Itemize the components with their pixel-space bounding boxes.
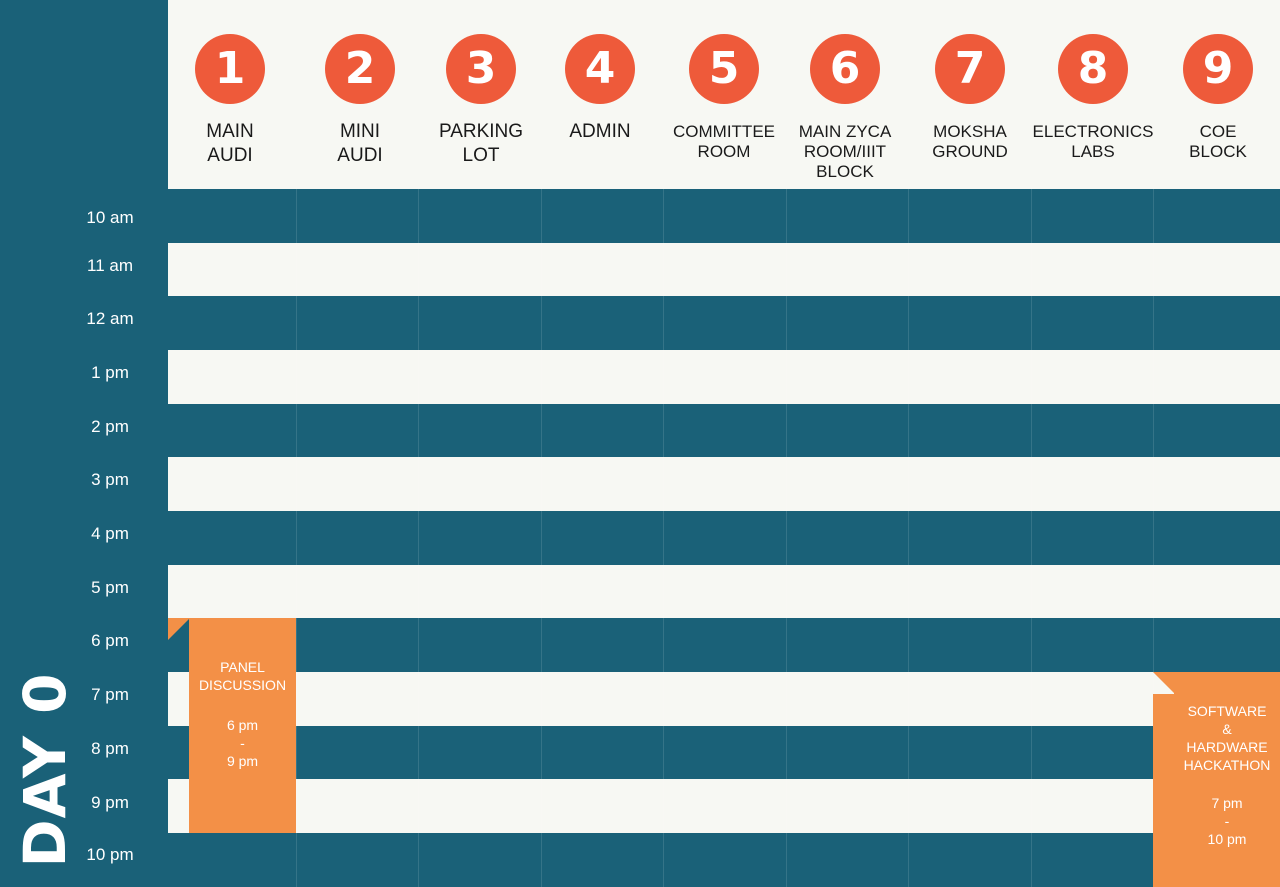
venue-number-badge: 2 bbox=[325, 34, 395, 104]
venue-6: 6 MAIN ZYCA ROOM/IIIT BLOCK bbox=[780, 0, 910, 182]
time-label: 5 pm bbox=[91, 578, 129, 597]
time-label: 12 am bbox=[86, 309, 134, 328]
venue-number-badge: 8 bbox=[1058, 34, 1128, 104]
venue-name: MAIN AUDI bbox=[206, 121, 254, 166]
venue-number-badge: 5 bbox=[689, 34, 759, 104]
time-label: 11 am bbox=[87, 256, 133, 275]
event-separator: - bbox=[240, 735, 245, 751]
column-divider bbox=[786, 189, 787, 887]
event-separator: - bbox=[1224, 813, 1230, 829]
venue-3: 3 PARKING LOT bbox=[416, 0, 546, 168]
time-row bbox=[168, 618, 1280, 672]
venue-name: MOKSHA GROUND bbox=[932, 122, 1008, 161]
time-row bbox=[168, 404, 1280, 457]
time-row bbox=[168, 779, 1280, 833]
time-row bbox=[168, 672, 1280, 726]
event-start: 6 pm bbox=[226, 717, 259, 733]
time-row bbox=[168, 296, 1280, 350]
venue-name: PARKING LOT bbox=[438, 121, 524, 166]
time-row bbox=[168, 189, 1280, 243]
time-row bbox=[168, 457, 1280, 511]
column-divider bbox=[908, 189, 909, 887]
venue-number-badge: 3 bbox=[446, 34, 516, 104]
time-label: 8 pm bbox=[91, 739, 129, 758]
time-label: 3 pm bbox=[91, 470, 129, 489]
venue-name: ADMIN bbox=[569, 121, 631, 142]
venue-number-badge: 6 bbox=[810, 34, 880, 104]
column-divider bbox=[541, 189, 542, 887]
event-title: PANEL DISCUSSION bbox=[198, 659, 287, 693]
time-label: 10 am bbox=[86, 208, 134, 227]
time-label: 4 pm bbox=[91, 524, 129, 543]
column-divider bbox=[663, 189, 664, 887]
event-end: 9 pm bbox=[226, 753, 259, 769]
venue-name: COMMITTEE ROOM bbox=[673, 122, 775, 161]
column-divider bbox=[296, 189, 297, 887]
column-divider bbox=[1031, 189, 1032, 887]
venue-4: 4 ADMIN bbox=[535, 0, 665, 144]
time-row bbox=[168, 726, 1280, 779]
event-panel-discussion: PANEL DISCUSSION 6 pm - 9 pm bbox=[189, 618, 296, 833]
venue-2: 2 MINI AUDI bbox=[295, 0, 425, 168]
time-label: 9 pm bbox=[91, 793, 129, 812]
venue-7: 7 MOKSHA GROUND bbox=[905, 0, 1035, 162]
event-corner bbox=[1153, 672, 1175, 694]
time-row bbox=[168, 833, 1280, 887]
venue-name: MINI AUDI bbox=[337, 121, 383, 166]
event-end: 10 pm bbox=[1207, 831, 1247, 847]
event-corner bbox=[168, 618, 190, 640]
time-label: 7 pm bbox=[91, 685, 129, 704]
venue-9: 9 COE BLOCK bbox=[1153, 0, 1280, 162]
time-label: 2 pm bbox=[91, 417, 129, 436]
event-hackathon-edge bbox=[1153, 694, 1175, 887]
venue-8: 8 ELECTRONICS LABS bbox=[1028, 0, 1158, 162]
time-label: 6 pm bbox=[91, 631, 129, 650]
venue-number-badge: 4 bbox=[565, 34, 635, 104]
venue-number-badge: 9 bbox=[1183, 34, 1253, 104]
venue-5: 5 COMMITTEE ROOM bbox=[659, 0, 789, 162]
venue-name: MAIN ZYCA ROOM/IIIT BLOCK bbox=[798, 122, 892, 181]
event-title: SOFTWARE & HARDWARE HACKATHON bbox=[1183, 703, 1271, 773]
schedule-grid: PANEL DISCUSSION 6 pm - 9 pm SOFTWARE & … bbox=[168, 189, 1280, 887]
time-row bbox=[168, 350, 1280, 404]
event-start: 7 pm bbox=[1211, 795, 1243, 811]
venue-number-badge: 7 bbox=[935, 34, 1005, 104]
time-label: 1 pm bbox=[91, 363, 129, 382]
venue-name: COE BLOCK bbox=[1189, 122, 1247, 161]
time-row bbox=[168, 243, 1280, 296]
venue-name: ELECTRONICS LABS bbox=[1032, 122, 1154, 161]
time-label: 10 pm bbox=[86, 845, 134, 864]
time-row bbox=[168, 565, 1280, 618]
event-hackathon: SOFTWARE & HARDWARE HACKATHON 7 pm - 10 … bbox=[1174, 672, 1280, 887]
venue-header: 1 MAIN AUDI 2 MINI AUDI 3 PARKING LOT 4 … bbox=[168, 0, 1280, 189]
time-row bbox=[168, 511, 1280, 565]
venue-number-badge: 1 bbox=[195, 34, 265, 104]
venue-1: 1 MAIN AUDI bbox=[165, 0, 295, 168]
column-divider bbox=[418, 189, 419, 887]
